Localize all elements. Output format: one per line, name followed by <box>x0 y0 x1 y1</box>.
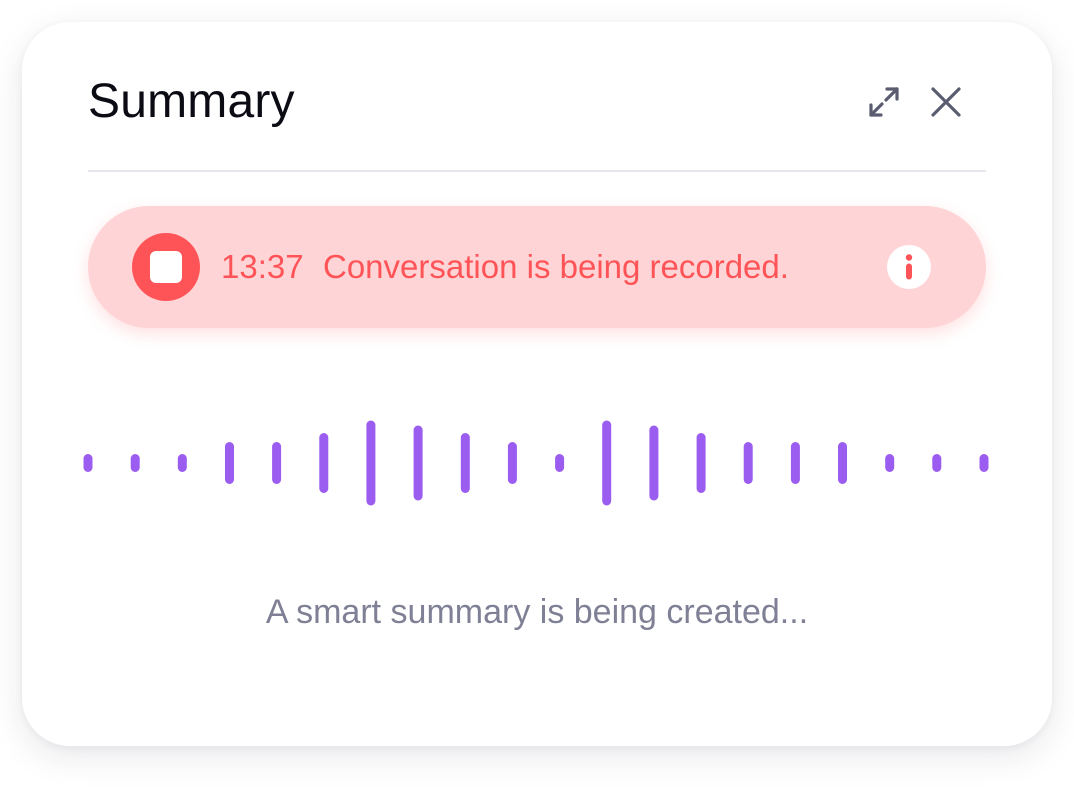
recording-banner: 13:37 Conversation is being recorded. <box>88 206 986 328</box>
header-divider <box>88 170 986 172</box>
expand-icon <box>869 87 899 117</box>
expand-button[interactable] <box>864 82 904 122</box>
summary-panel: Summary 13:37 Conversation is being reco… <box>22 22 1052 746</box>
close-icon <box>931 87 961 117</box>
stop-recording-button[interactable] <box>132 233 200 301</box>
close-button[interactable] <box>926 82 966 122</box>
stop-icon <box>150 251 182 283</box>
recording-timer: 13:37 <box>221 248 304 285</box>
summary-status-text: A smart summary is being created... <box>265 593 809 631</box>
info-button[interactable] <box>886 244 932 290</box>
recording-message: Conversation is being recorded. <box>323 248 789 285</box>
info-icon <box>887 245 931 289</box>
panel-title: Summary <box>88 75 295 128</box>
